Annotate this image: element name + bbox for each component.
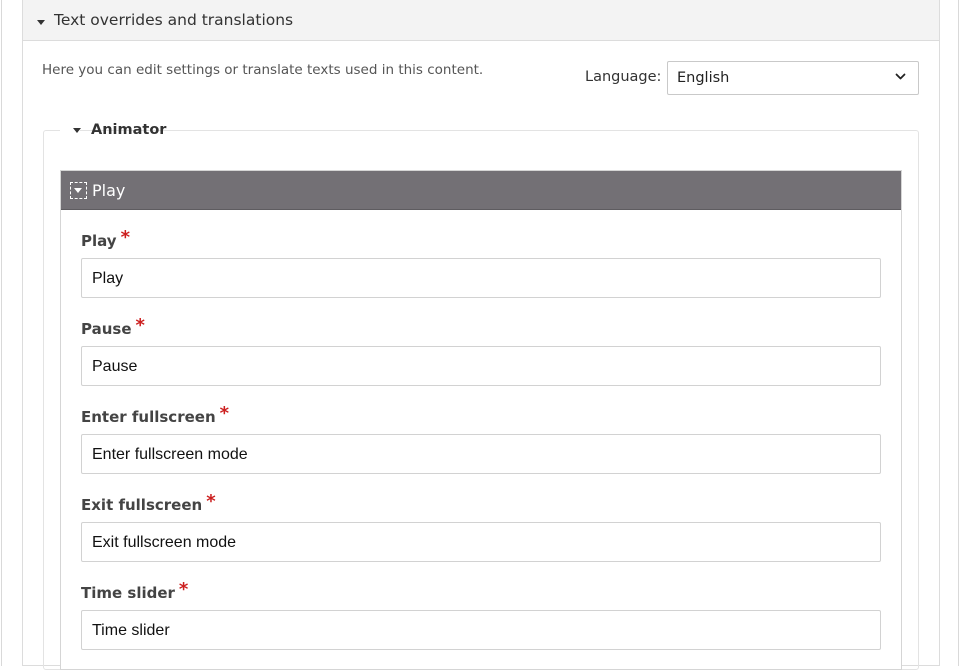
- enter-fullscreen-text-field[interactable]: Enter fullscreen mode: [81, 434, 881, 474]
- play-text-field[interactable]: Play: [81, 258, 881, 298]
- exit-fullscreen-field-label-text: Exit fullscreen: [81, 496, 203, 514]
- text-overrides-header[interactable]: Text overrides and translations: [23, 0, 939, 41]
- chevron-down-icon: [895, 73, 906, 80]
- text-overrides-title[interactable]: Text overrides and translations: [54, 11, 293, 29]
- time-slider-field-label-text: Time slider: [81, 584, 175, 602]
- language-select[interactable]: English: [667, 61, 919, 95]
- enter-fullscreen-text-field-value: Enter fullscreen mode: [92, 446, 248, 463]
- pause-text-field[interactable]: Pause: [81, 346, 881, 386]
- language-label: Language:: [585, 69, 662, 85]
- play-field-label: Play *: [81, 227, 130, 251]
- required-marker: *: [135, 315, 145, 336]
- required-marker: *: [120, 227, 130, 248]
- play-field-label-text: Play: [81, 232, 117, 250]
- enter-fullscreen-field-label: Enter fullscreen *: [81, 403, 230, 427]
- time-slider-field-label: Time slider *: [81, 579, 189, 603]
- caret-down-icon: [74, 188, 82, 193]
- play-group-title[interactable]: Play: [92, 181, 125, 200]
- language-select-value: English: [677, 70, 730, 86]
- pause-text-field-value: Pause: [92, 358, 138, 375]
- pause-field-label: Pause *: [81, 315, 145, 339]
- required-marker: *: [206, 491, 216, 512]
- required-marker: *: [219, 403, 230, 424]
- group-toggle-icon[interactable]: [70, 182, 87, 199]
- exit-fullscreen-field-label: Exit fullscreen *: [81, 491, 216, 515]
- pause-field-label-text: Pause: [81, 320, 132, 338]
- time-slider-text-field[interactable]: Time slider: [81, 610, 881, 650]
- exit-fullscreen-text-field[interactable]: Exit fullscreen mode: [81, 522, 881, 562]
- time-slider-text-field-value: Time slider: [92, 622, 170, 639]
- caret-down-icon: [73, 128, 81, 133]
- caret-down-icon: [37, 20, 45, 25]
- play-group-header[interactable]: Play: [61, 171, 901, 210]
- help-text: Here you can edit settings or translate …: [42, 62, 484, 78]
- play-text-field-value: Play: [92, 270, 124, 287]
- enter-fullscreen-field-label-text: Enter fullscreen: [81, 408, 216, 426]
- exit-fullscreen-text-field-value: Exit fullscreen mode: [92, 534, 237, 551]
- animator-title[interactable]: Animator: [91, 122, 166, 138]
- animator-legend[interactable]: Animator: [60, 121, 166, 141]
- required-marker: *: [178, 579, 189, 600]
